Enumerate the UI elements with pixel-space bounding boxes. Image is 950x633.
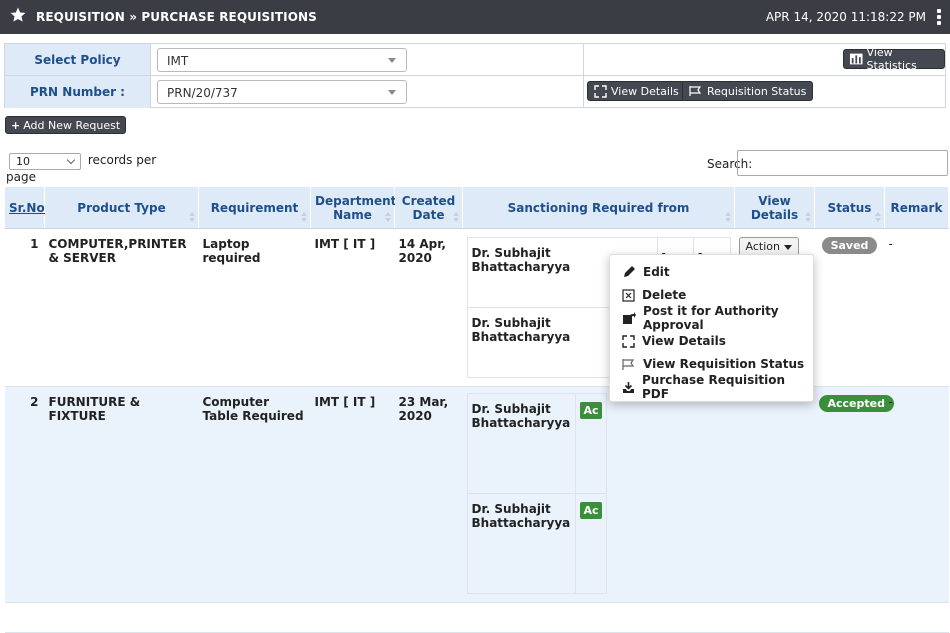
chevron-down-icon [66, 155, 76, 165]
expand-icon [622, 334, 635, 348]
caret-down-icon [783, 244, 792, 250]
view-details-label: View Details [611, 84, 679, 98]
menu-item-requisition-status[interactable]: View Requisition Status [622, 353, 804, 375]
cell-status: Saved [814, 228, 885, 387]
menu-item-post-approval[interactable]: Post it for Authority Approval [622, 304, 813, 332]
status-badge: Saved [821, 237, 878, 254]
sort-icon [453, 212, 459, 222]
col-product-type[interactable]: Product Type [44, 186, 199, 229]
page-title: REQUISITION » PURCHASE REQUISITIONS [36, 10, 317, 24]
action-menu: Edit Delete Post it for Authority Approv… [609, 254, 814, 402]
cell-remark: - [884, 228, 949, 387]
col-view-details[interactable]: View Details [734, 186, 815, 229]
chevron-down-icon [388, 58, 396, 63]
filter-row-prn: PRN Number : PRN/20/737 View Details Req… [5, 76, 945, 108]
cell-status: Accepted [814, 386, 894, 603]
approval-tag: Ac [580, 502, 602, 519]
cell-department: IMT [ IT ] [310, 228, 395, 387]
sort-icon [189, 212, 195, 222]
policy-label: Select Policy [5, 44, 151, 75]
list-item: Dr. Subhajit Bhattacharyya Ac [466, 493, 607, 594]
cell-product-type: FURNITURE & FIXTURE [44, 386, 199, 603]
policy-select-value: IMT [167, 54, 189, 68]
view-statistics-button[interactable]: View Statistics [843, 46, 945, 72]
status-badge: Accepted [818, 395, 894, 412]
cell-sanctioning: Dr. Subhajit Bhattacharyya Ac Dr. Subhaj… [462, 386, 735, 603]
flag-icon [622, 358, 635, 370]
top-bar: REQUISITION » PURCHASE REQUISITIONS APR … [0, 0, 950, 34]
kebab-menu-icon[interactable] [937, 9, 941, 25]
policy-select[interactable]: IMT [157, 48, 407, 72]
bar-chart-icon [850, 53, 863, 65]
table-row [4, 602, 949, 633]
filter-panel: Select Policy IMT View Statistics PRN Nu… [4, 43, 946, 108]
pencil-icon [624, 266, 635, 277]
cell-requirement: Laptop required [198, 228, 311, 387]
sort-icon [875, 212, 881, 222]
cell-created-date: 23 Mar, 2020 [394, 386, 463, 603]
download-icon [623, 381, 634, 393]
view-statistics-label: View Statistics [866, 46, 917, 72]
col-srno[interactable]: Sr.No. [4, 186, 49, 229]
cell-remark: - [884, 386, 949, 603]
close-box-icon [622, 288, 635, 302]
menu-item-delete[interactable]: Delete [622, 284, 686, 306]
cell-view-details [734, 386, 815, 603]
col-remark[interactable]: Remark [884, 186, 949, 229]
page-length-suffix: page [6, 170, 36, 184]
requisition-status-label: Requisition Status [707, 84, 807, 98]
cell-department: IMT [ IT ] [310, 386, 395, 603]
table-row: 2 FURNITURE & FIXTURE Computer Table Req… [4, 386, 949, 603]
add-new-request-button[interactable]: + Add New Request [5, 116, 127, 134]
page-length-label: records per [87, 153, 157, 167]
list-item: Dr. Subhajit Bhattacharyya Ac [466, 393, 607, 494]
sanction-list: Dr. Subhajit Bhattacharyya Ac Dr. Subhaj… [466, 393, 607, 594]
prn-label: PRN Number : [5, 76, 151, 108]
page-length-value: 10 [16, 155, 30, 168]
sort-icon [301, 212, 307, 222]
col-sanctioning[interactable]: Sanctioning Required from [462, 186, 735, 229]
menu-item-edit[interactable]: Edit [622, 261, 670, 283]
sort-icon [805, 212, 811, 222]
cell-srno: 1 [4, 228, 45, 387]
filter-divider [583, 76, 584, 108]
datetime: APR 14, 2020 11:18:22 PM [765, 10, 926, 24]
prn-select[interactable]: PRN/20/737 [157, 80, 407, 104]
flag-icon [689, 86, 702, 96]
cell-requirement: Computer Table Required [198, 386, 311, 603]
cell-product-type: COMPUTER,PRINTER & SERVER [44, 228, 199, 387]
menu-item-pdf[interactable]: Purchase Requisition PDF [622, 373, 813, 401]
page-length: 10 records per page [6, 153, 157, 184]
requisition-status-button[interactable]: Requisition Status [682, 81, 814, 101]
menu-item-view-details[interactable]: View Details [622, 330, 726, 352]
add-new-request-label: Add New Request [23, 118, 121, 132]
plus-icon: + [11, 118, 21, 132]
col-requirement[interactable]: Requirement [198, 186, 311, 229]
cell-srno: 2 [4, 386, 45, 603]
view-details-button[interactable]: View Details [587, 81, 686, 101]
filter-row-policy: Select Policy IMT View Statistics [5, 44, 945, 76]
expand-icon [594, 84, 607, 98]
chevron-down-icon [388, 90, 396, 95]
prn-select-value: PRN/20/737 [167, 86, 238, 100]
filter-divider [583, 44, 584, 75]
table-header: Sr.No. Product Type Requirement Departme… [4, 186, 949, 229]
col-created-date[interactable]: Created Date [394, 186, 463, 229]
col-department[interactable]: Department Name [310, 186, 396, 229]
sort-icon [385, 212, 391, 222]
share-icon [623, 312, 636, 324]
page-length-select[interactable]: 10 [9, 153, 81, 170]
cell-created-date: 14 Apr, 2020 [394, 228, 463, 387]
search-input[interactable] [737, 150, 948, 176]
star-icon [10, 7, 26, 22]
sort-icon [725, 212, 731, 222]
col-status[interactable]: Status [814, 186, 885, 229]
